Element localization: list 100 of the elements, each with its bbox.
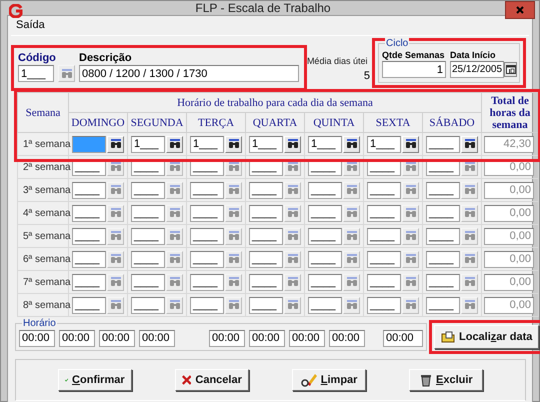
calendar-button[interactable]	[504, 62, 517, 77]
binoculars-icon	[168, 231, 180, 241]
cycle-legend: Ciclo	[385, 38, 410, 49]
total-hours-field: 0,00	[484, 204, 534, 222]
binoculars-icon	[168, 300, 180, 310]
time-field[interactable]: 00:00	[59, 330, 95, 346]
lookup-button[interactable]	[166, 136, 183, 152]
day-header: QUINTA	[304, 112, 364, 132]
binoculars-icon	[464, 300, 476, 310]
day-header: SEGUNDA	[128, 112, 186, 132]
binoculars-icon	[464, 208, 476, 218]
binoculars-icon	[404, 277, 416, 287]
day-header: SEXTA	[364, 112, 422, 132]
schedule-code-field[interactable]: 1___	[308, 136, 342, 152]
binoculars-icon	[346, 231, 358, 241]
app-logo-icon	[9, 4, 23, 18]
time-field[interactable]: 00:00	[329, 330, 365, 346]
binoculars-icon	[286, 185, 298, 195]
calendar-icon	[506, 65, 516, 74]
binoculars-icon	[346, 139, 358, 149]
confirm-button[interactable]: Confirmar	[58, 369, 132, 391]
week-label: 4ª semana	[22, 208, 71, 219]
weeks-field[interactable]: 1	[382, 61, 446, 78]
lookup-button[interactable]	[343, 136, 360, 152]
binoculars-icon	[464, 277, 476, 287]
week-label: 6ª semana	[22, 254, 71, 265]
description-field[interactable]: 0800 / 1200 / 1300 / 1730	[79, 65, 299, 82]
cancel-button[interactable]: Cancelar	[174, 369, 249, 391]
binoculars-icon	[228, 162, 240, 172]
schedule-code-field[interactable]: ____	[426, 136, 460, 152]
binoculars-icon	[110, 300, 122, 310]
binoculars-icon	[286, 231, 298, 241]
schedule-code-field[interactable]: 1___	[190, 136, 224, 152]
binoculars-icon	[464, 162, 476, 172]
close-icon	[516, 6, 524, 14]
binoculars-icon	[228, 300, 240, 310]
binoculars-icon	[168, 139, 180, 149]
delete-button[interactable]: Excluir	[409, 369, 484, 391]
binoculars-icon	[168, 208, 180, 218]
clear-button[interactable]: Limpar	[292, 369, 366, 391]
total-hours-field: 0,00	[484, 182, 534, 198]
binoculars-icon	[404, 185, 416, 195]
binoculars-icon	[168, 277, 180, 287]
schedule-code-field[interactable]: 1___	[367, 136, 401, 152]
day-header: TERÇA	[186, 112, 246, 132]
week-label: 8ª semana	[22, 300, 71, 311]
lookup-button[interactable]	[461, 136, 478, 152]
time-field[interactable]: 00:00	[289, 330, 325, 346]
trash-icon	[420, 373, 432, 387]
binoculars-icon	[286, 139, 298, 149]
average-value: 5	[362, 70, 371, 82]
code-field[interactable]: 1___	[18, 65, 54, 82]
lookup-button[interactable]	[225, 136, 242, 152]
time-field[interactable]: 00:00	[139, 330, 175, 346]
week-label: 1ª semana	[22, 139, 71, 150]
window-title: FLP - Escala de Trabalho	[194, 1, 332, 15]
binoculars-icon	[346, 300, 358, 310]
binoculars-icon	[110, 139, 122, 149]
binoculars-icon	[168, 185, 180, 195]
average-label: Média dias útei	[306, 56, 368, 66]
close-button[interactable]	[505, 1, 535, 19]
eraser-icon	[300, 373, 317, 387]
binoculars-icon	[60, 68, 72, 78]
menu-item[interactable]: Saída	[10, 18, 51, 30]
lookup-button[interactable]	[107, 136, 124, 152]
start-date-field[interactable]: 25/12/2005	[450, 61, 504, 78]
lookup-button[interactable]	[284, 136, 301, 152]
close-icon	[182, 374, 192, 386]
locate-date-button[interactable]: Localizar data	[434, 325, 540, 349]
binoculars-icon	[286, 162, 298, 172]
week-label: 7ª semana	[22, 277, 71, 288]
schedule-code-field[interactable]: 1___	[131, 136, 165, 152]
binoculars-icon	[110, 231, 122, 241]
lookup-button[interactable]	[402, 136, 419, 152]
binoculars-icon	[464, 231, 476, 241]
binoculars-icon	[404, 162, 416, 172]
binoculars-icon	[228, 277, 240, 287]
code-label: Código	[18, 52, 57, 64]
binoculars-icon	[168, 254, 180, 264]
time-field[interactable]: 00:00	[249, 330, 285, 346]
binoculars-icon	[464, 139, 476, 149]
start-date-label: Data Início	[450, 50, 497, 60]
day-header: QUARTA	[246, 112, 304, 132]
time-field[interactable]: 00:00	[209, 330, 245, 346]
binoculars-icon	[464, 185, 476, 195]
time-field[interactable]: 00:00	[19, 330, 55, 346]
weeks-label: Qtde Semanas	[382, 50, 446, 60]
time-field[interactable]: 00:00	[99, 330, 135, 346]
total-header: Total de horas da semana	[482, 92, 538, 132]
week-label: 2ª semana	[22, 162, 71, 173]
total-hours-field: 0,00	[484, 274, 534, 290]
schedule-code-field[interactable]	[72, 136, 106, 152]
binoculars-icon	[404, 208, 416, 218]
binoculars-icon	[346, 277, 358, 287]
binoculars-icon	[228, 254, 240, 264]
time-field[interactable]: 00:00	[383, 330, 423, 346]
schedule-code-field[interactable]: 1___	[249, 136, 283, 152]
week-label: 5ª semana	[22, 231, 71, 242]
binoculars-icon	[168, 162, 180, 172]
binoculars-icon	[346, 254, 358, 264]
